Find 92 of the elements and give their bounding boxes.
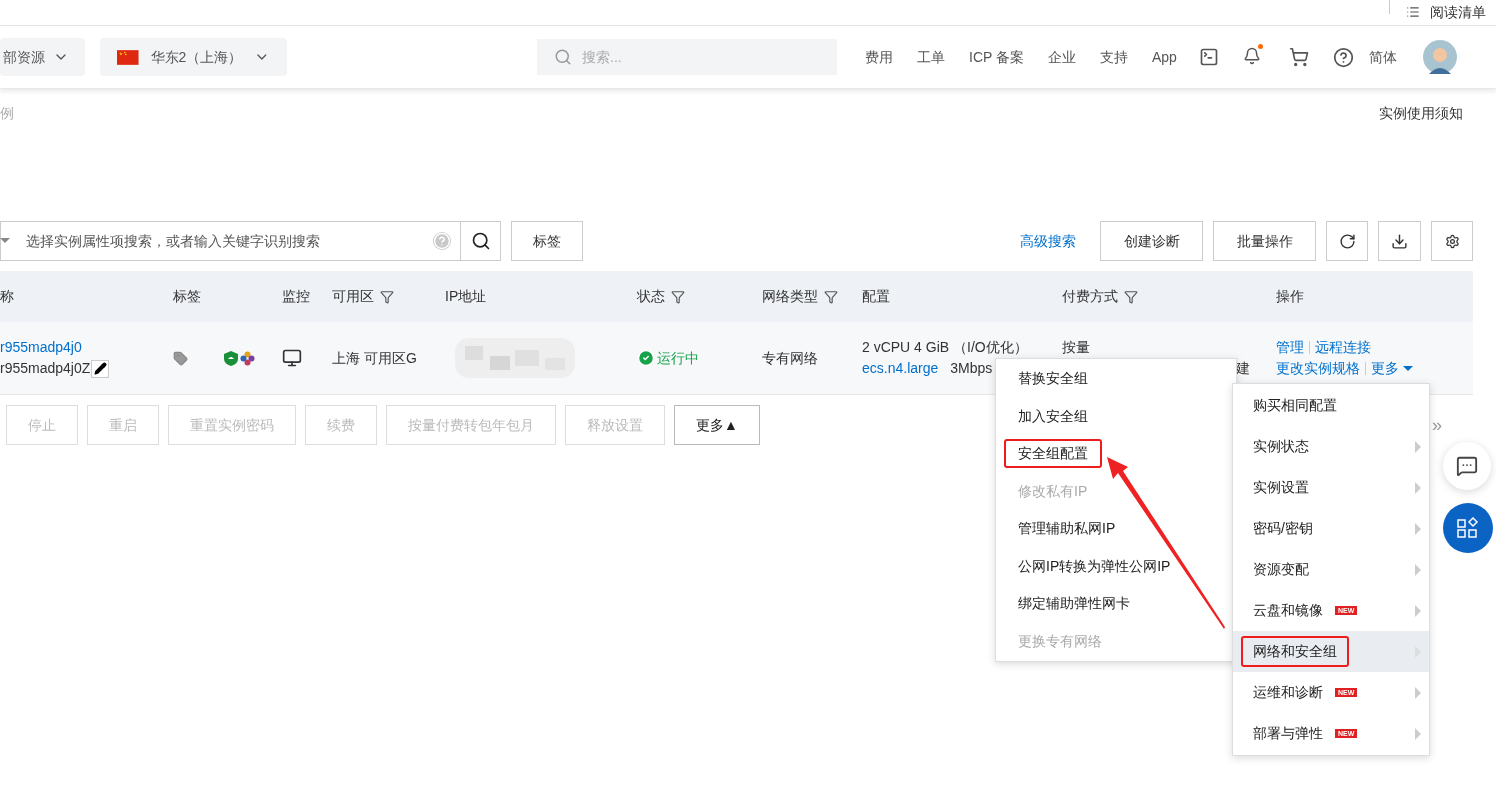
resource-group-dropdown[interactable]: 部资源 — [0, 38, 85, 76]
table-cell-text: 建 — [1236, 359, 1250, 378]
search-icon — [554, 48, 572, 66]
column-header: 网络类型 — [762, 287, 818, 306]
menu-item[interactable]: 网络和安全组 — [1233, 631, 1429, 672]
instance-type-link[interactable]: ecs.n4.large — [862, 358, 939, 379]
column-header: 状态 — [637, 287, 665, 306]
refresh-icon — [1338, 232, 1356, 250]
apps-icon — [1457, 517, 1479, 539]
submenu-arrow-icon — [1415, 727, 1421, 740]
menu-item[interactable]: 实例设置 — [1233, 467, 1429, 508]
filter-icon[interactable] — [1124, 289, 1138, 304]
more-link[interactable]: 更多 — [1371, 358, 1413, 379]
menu-item[interactable]: 加入安全组 — [1004, 401, 1102, 431]
cart-icon[interactable] — [1288, 47, 1309, 67]
filter-search-field[interactable]: 选择实例属性项搜索，或者输入关键字识别搜索 — [0, 221, 461, 261]
search-icon — [470, 231, 491, 251]
terminal-icon[interactable] — [1198, 47, 1219, 67]
apps-button[interactable] — [1443, 503, 1493, 553]
list-icon — [1404, 5, 1422, 19]
column-header: 配置 — [862, 287, 890, 306]
caret-icon — [0, 238, 10, 243]
column-header: 可用区 — [332, 287, 374, 306]
bandwidth-text: 3Mbps — [950, 359, 993, 378]
nav-link[interactable]: 支持 — [1100, 46, 1128, 68]
status-text: 运行中 — [657, 348, 699, 368]
toolbar-button[interactable]: 创建诊断 — [1100, 221, 1203, 261]
tag-icon[interactable] — [173, 350, 188, 366]
nav-link[interactable]: App — [1152, 46, 1177, 68]
menu-item[interactable]: 管理辅助私网IP — [1004, 514, 1130, 544]
notice-link[interactable]: 实例使用须知 — [1379, 102, 1463, 124]
table-cell: 专有网络 — [762, 349, 818, 366]
search-button[interactable] — [461, 221, 501, 261]
table-cell-text: 2 vCPU 4 GiB （I/O优化） — [862, 338, 1029, 357]
flag-icon — [117, 49, 139, 65]
flower-icon — [240, 350, 255, 366]
menu-item[interactable]: 资源变配 — [1233, 549, 1429, 590]
check-icon — [637, 349, 655, 367]
submenu-arrow-icon — [1415, 440, 1421, 453]
column-header: 标签 — [173, 287, 201, 306]
submenu-arrow-icon — [1415, 522, 1421, 535]
chat-icon — [1456, 455, 1478, 477]
menu-item[interactable]: 实例状态 — [1233, 426, 1429, 467]
download-button[interactable] — [1378, 221, 1421, 261]
search-field[interactable]: 搜索... — [537, 39, 837, 75]
manage-link[interactable]: 管理 — [1276, 337, 1304, 358]
toolbar-button[interactable]: 批量操作 — [1213, 221, 1316, 261]
settings-button[interactable] — [1431, 221, 1473, 261]
column-header: 操作 — [1276, 287, 1304, 306]
submenu-arrow-icon — [1415, 686, 1421, 699]
chat-button[interactable] — [1443, 442, 1491, 490]
filter-icon[interactable] — [380, 289, 394, 304]
filter-icon[interactable] — [671, 289, 685, 304]
menu-item[interactable]: 密码/密钥 — [1233, 508, 1429, 549]
bell-icon[interactable] — [1242, 47, 1263, 67]
nav-link[interactable]: 费用 — [865, 46, 893, 68]
submenu-arrow-icon — [1415, 481, 1421, 494]
column-header: 称 — [0, 287, 14, 306]
edit-button[interactable] — [91, 359, 110, 378]
menu-item[interactable]: 公网IP转换为弹性公网IP — [1004, 551, 1185, 581]
remote-connect-link[interactable]: 远程连接 — [1315, 337, 1371, 358]
monitor-icon[interactable] — [282, 348, 302, 368]
nav-link[interactable]: ICP 备案 — [969, 46, 1024, 68]
menu-item[interactable]: 购买相同配置 — [1233, 385, 1429, 426]
settings-icon — [1444, 233, 1460, 249]
tag-filter-button[interactable]: 标签 — [511, 221, 583, 261]
language-link[interactable]: 简体 — [1368, 46, 1397, 68]
shield-icon — [224, 350, 238, 366]
menu-item[interactable]: 安全组配置 — [1004, 439, 1102, 469]
menu-item[interactable]: 绑定辅助弹性网卡 — [1004, 589, 1144, 619]
filter-icon[interactable] — [824, 289, 838, 304]
refresh-button[interactable] — [1326, 221, 1368, 261]
table-cell-text: 按量 — [1062, 338, 1091, 357]
action-button[interactable]: 更多▲ — [674, 405, 760, 445]
instance-id: r955madp4j0Z — [0, 359, 91, 378]
column-header: 监控 — [282, 287, 310, 306]
menu-item[interactable]: 替换安全组 — [1004, 364, 1102, 394]
submenu-arrow-icon — [1415, 604, 1421, 617]
column-header: IP地址 — [445, 287, 487, 306]
region-dropdown[interactable]: 华东2（上海） — [100, 38, 287, 76]
avatar[interactable] — [1422, 40, 1457, 74]
nav-link[interactable]: 企业 — [1048, 46, 1076, 68]
advanced-search-link[interactable]: 高级搜索 — [1020, 230, 1076, 252]
instance-name-link[interactable]: r955madp4j0 — [0, 337, 173, 358]
help-icon[interactable] — [1332, 46, 1354, 68]
reading-list-link[interactable]: 阅读清单 — [1430, 3, 1486, 21]
submenu-arrow-icon — [1415, 563, 1421, 576]
download-icon — [1391, 232, 1408, 250]
column-header: 付费方式 — [1062, 287, 1118, 306]
change-spec-link[interactable]: 更改实例规格 — [1276, 358, 1360, 379]
table-cell: 上海 可用区G — [332, 349, 417, 366]
nav-link[interactable]: 工单 — [917, 46, 945, 68]
